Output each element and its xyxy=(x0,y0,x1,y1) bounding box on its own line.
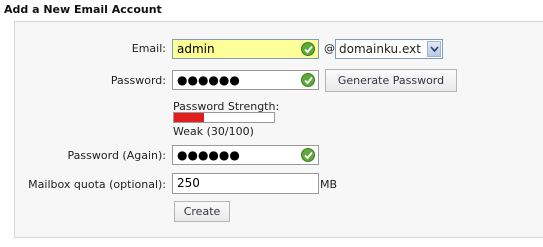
check-circle-icon xyxy=(301,148,315,162)
page-title: Add a New Email Account xyxy=(4,3,162,16)
domain-value: domainku.ext xyxy=(339,42,421,56)
password-masked-value: ●●●●●● xyxy=(177,73,240,87)
check-circle-icon xyxy=(301,42,315,56)
mailbox-quota-value: 250 xyxy=(177,176,200,190)
check-circle-icon xyxy=(301,73,315,87)
at-sign: @ xyxy=(324,42,335,55)
password-again-input[interactable]: ●●●●●● xyxy=(172,145,319,165)
chevron-down-icon[interactable] xyxy=(427,41,441,57)
quota-unit: MB xyxy=(320,178,338,191)
mailbox-quota-label: Mailbox quota (optional): xyxy=(28,178,166,191)
password-strength-text: Weak (30/100) xyxy=(173,125,254,138)
password-strength-fill xyxy=(174,113,204,122)
email-input[interactable]: admin xyxy=(172,39,319,59)
generate-password-button[interactable]: Generate Password xyxy=(325,69,457,92)
password-label: Password: xyxy=(110,74,166,87)
domain-select[interactable]: domainku.ext xyxy=(335,39,443,59)
email-value: admin xyxy=(177,42,215,56)
password-strength-meter xyxy=(173,112,275,123)
mailbox-quota-input[interactable]: 250 xyxy=(172,173,319,194)
password-again-label: Password (Again): xyxy=(67,149,166,162)
create-button[interactable]: Create xyxy=(174,201,230,222)
password-again-masked-value: ●●●●●● xyxy=(177,148,240,162)
email-label: Email: xyxy=(131,42,166,55)
password-input[interactable]: ●●●●●● xyxy=(172,70,319,90)
